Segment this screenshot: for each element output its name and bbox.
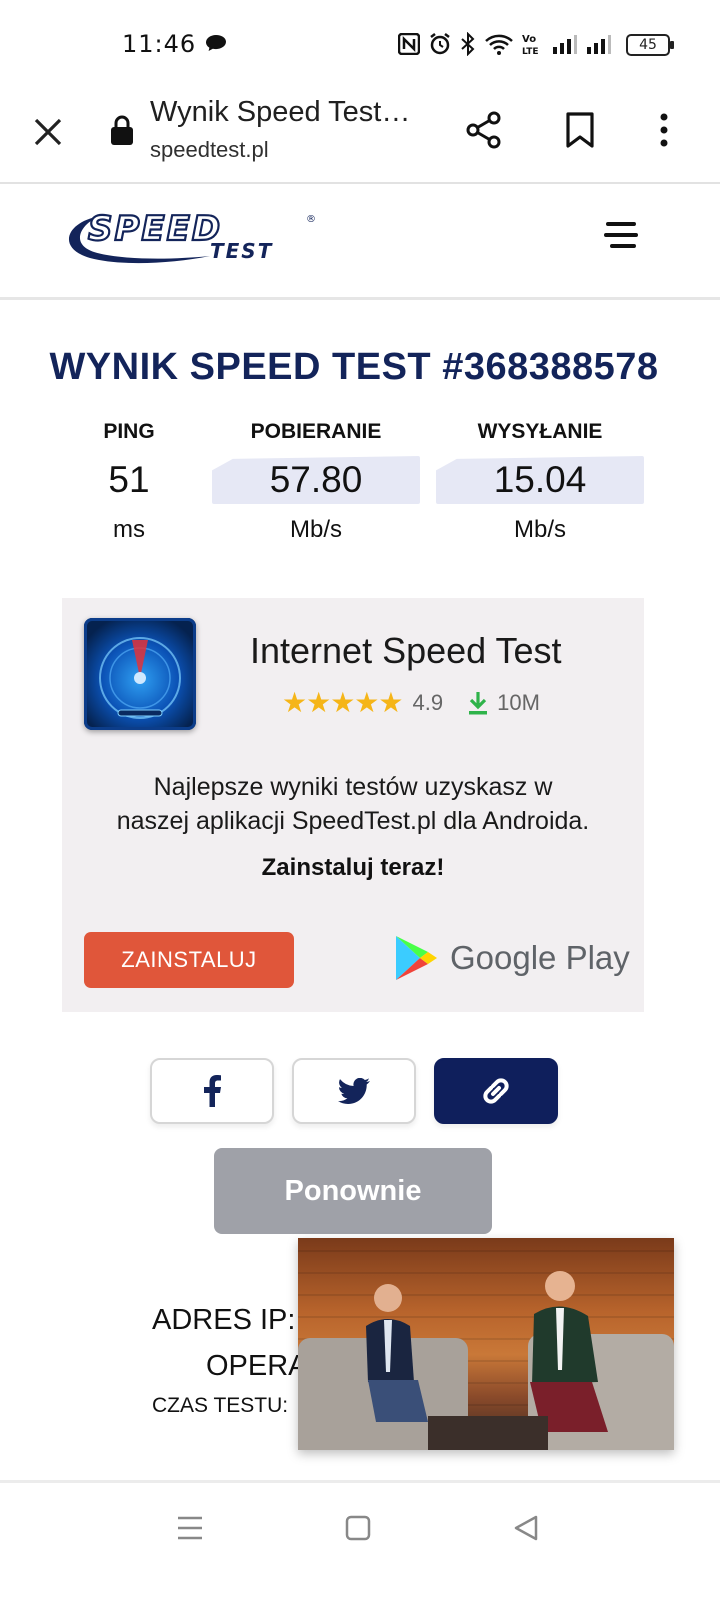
home-square-icon [345,1515,371,1541]
bookmark-icon [566,112,594,148]
share-buttons-row [150,1058,558,1124]
back-triangle-icon [514,1515,538,1541]
more-vert-icon [660,113,668,147]
metric-unit: Mb/s [513,516,566,543]
battery-icon: 45 [626,34,674,56]
metric-unit: ms [113,516,145,543]
app-description: Najlepsze wyniki testów uzyskasz w nasze… [62,770,644,838]
metric-label: WYSYŁANIE [477,420,603,443]
page-domain: speedtest.pl [150,137,269,162]
share-icon [466,111,501,149]
signal-1-icon [553,35,577,54]
metric-unit: Mb/s [289,516,342,543]
download-icon [469,691,488,714]
install-button[interactable]: ZAINSTALUJ [84,932,294,988]
status-icons: Vo LTE [398,32,612,56]
video-player[interactable] [298,1238,674,1450]
bluetooth-icon [461,32,475,56]
copy-link-button[interactable] [434,1058,558,1124]
app-description-line: naszej aplikacji SpeedTest.pl dla Androi… [116,807,590,835]
video-scene-table [428,1416,548,1450]
link-icon [483,1078,509,1104]
ip-address-label: ADRES IP: [152,1304,296,1336]
test-again-button[interactable]: Ponownie [214,1148,492,1234]
volte-icon: Vo LTE [522,34,539,56]
app-rating: 4.9 [412,689,444,715]
home-button[interactable] [338,1511,378,1545]
browser-toolbar: Wynik Speed Test… speedtest.pl [0,90,720,184]
lock-icon[interactable] [110,114,134,146]
google-play-icon [396,936,437,980]
menu-icon [178,1516,202,1540]
system-nav-bar [0,1480,720,1600]
svg-text:®: ® [306,214,316,225]
alarm-icon [430,33,450,55]
page-title: Wynik Speed Test… [150,96,411,128]
metric-download: POBIERANIE 57.80 Mb/s [212,420,420,544]
metric-upload: WYSYŁANIE 15.04 Mb/s [436,420,644,544]
video-scene-person [530,1271,608,1432]
video-scene-person [366,1284,428,1422]
status-time: 11:46 [122,30,197,58]
svg-text:Vo: Vo [522,34,536,45]
wifi-icon [485,34,513,55]
app-downloads: 10M [497,689,540,715]
share-button[interactable] [460,106,508,154]
google-play-badge[interactable]: Google Play [394,934,630,982]
site-menu-button[interactable] [604,222,640,254]
message-notification-icon [206,35,226,51]
speedometer-icon [99,637,181,719]
operator-label: OPERA [206,1350,308,1382]
result-title: WYNIK SPEED TEST #368388578 [49,346,659,388]
nfc-icon [398,33,420,55]
metric-label: PING [103,420,155,443]
star-rating-icon: ★★★★★ [282,687,404,718]
metric-value: 15.04 [436,456,644,504]
metric-value: 51 [108,459,150,500]
recents-button[interactable] [170,1511,210,1545]
app-name: Internet Speed Test [250,630,562,671]
facebook-share-button[interactable] [150,1058,274,1124]
signal-2-icon [587,35,611,54]
app-rating-row: ★★★★★ 4.9 10M [282,686,540,719]
svg-text:LTE: LTE [522,47,539,56]
facebook-icon [204,1075,221,1107]
back-button[interactable] [506,1511,546,1545]
app-promo-card: Internet Speed Test ★★★★★ 4.9 10M Najlep… [62,598,644,1012]
svg-text:SPEED: SPEED [88,209,222,249]
close-tab-button[interactable] [24,108,72,156]
app-description-line: Najlepsze wyniki testów uzyskasz w [153,773,553,801]
metric-value: 57.80 [212,456,420,504]
metric-label: POBIERANIE [250,420,382,443]
site-header: SPEED TEST ® [0,184,720,300]
close-icon [34,118,62,146]
speedtest-logo[interactable]: SPEED TEST ® [60,208,330,268]
twitter-icon [338,1078,370,1104]
more-options-button[interactable] [640,106,688,154]
google-play-label: Google Play [450,939,630,976]
metric-ping: PING 51 ms [24,420,234,544]
test-time-label: CZAS TESTU: [152,1394,289,1417]
app-icon[interactable] [84,618,196,730]
status-bar: 11:46 Vo LTE 45 [0,0,720,90]
svg-text:TEST: TEST [210,239,273,263]
bookmark-button[interactable] [556,106,604,154]
url-block[interactable]: Wynik Speed Test… speedtest.pl [150,96,440,163]
twitter-share-button[interactable] [292,1058,416,1124]
app-cta-text: Zainstaluj teraz! [261,854,445,881]
